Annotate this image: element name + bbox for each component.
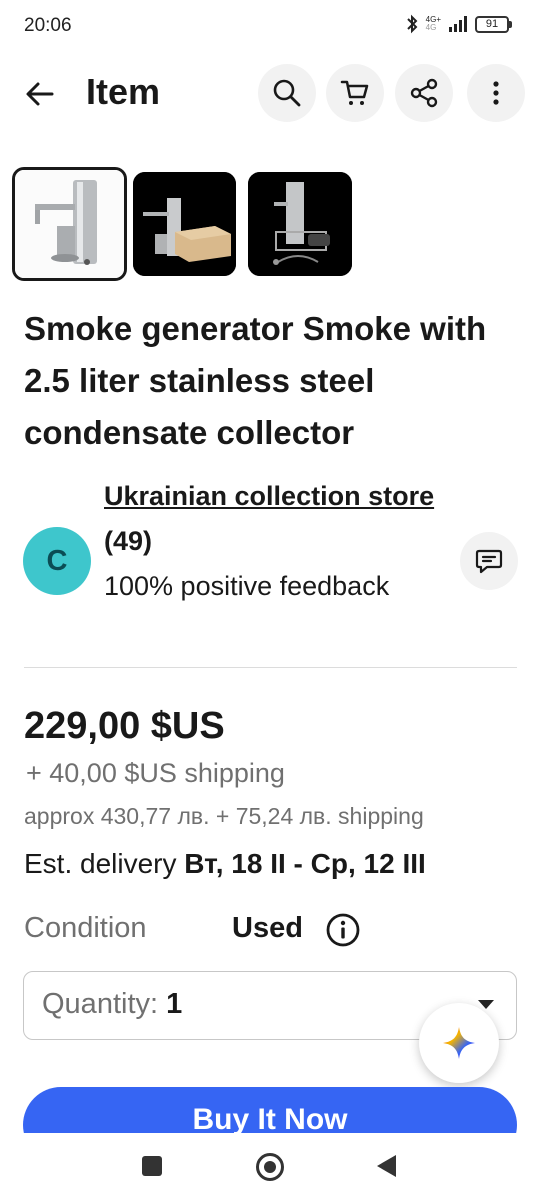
divider [24,667,517,668]
status-bar: 20:06 4G+ 4G 91 [0,0,540,52]
thumbnail-2[interactable] [133,172,236,276]
share-button[interactable] [395,64,453,122]
seller-avatar[interactable]: C [23,527,91,595]
status-icons: 4G+ 4G 91 [405,14,512,34]
more-vertical-icon [493,81,499,105]
delivery-dates: Вт, 18 II - Ср, 12 III [184,848,426,879]
nav-back-icon[interactable] [377,1155,396,1177]
condition-label: Condition [24,912,147,944]
network-indicator: 4G+ 4G [426,16,441,32]
more-button[interactable] [467,64,525,122]
product-image-2 [133,172,236,276]
cart-icon [340,80,369,105]
battery-icon: 91 [475,15,512,33]
info-icon[interactable] [325,912,361,948]
home-icon[interactable] [256,1153,284,1181]
item-title: Smoke generator Smoke with 2.5 liter sta… [24,310,487,451]
chevron-down-icon [478,1000,494,1009]
cart-button[interactable] [326,64,384,122]
system-nav-bar [0,1133,540,1200]
thumbnail-3[interactable] [248,172,352,276]
approx-price: approx 430,77 лв. + 75,24 лв. shipping [24,803,424,829]
product-image-1 [15,170,124,278]
condition-value: Used [232,912,303,944]
search-button[interactable] [258,64,316,122]
bluetooth-icon [406,14,418,34]
shipping-cost: + 40,00 $US shipping [26,758,285,788]
page-title: Item [86,71,161,112]
product-image-3 [248,172,352,276]
estimated-delivery: Est. delivery Вт, 18 II - Ср, 12 III [24,848,426,880]
item-price: 229,00 $US [24,705,225,747]
sparkle-icon [443,1027,475,1059]
battery-level: 91 [475,15,509,33]
seller-feedback-count: (49) [104,526,153,556]
message-seller-button[interactable] [460,532,518,590]
quantity-text: Quantity: 1 [42,988,182,1021]
back-arrow-icon [26,82,54,106]
ai-assistant-button[interactable] [419,1003,499,1083]
share-icon [410,78,438,108]
seller-name-link[interactable]: Ukrainian collection store [104,481,434,511]
status-time: 20:06 [24,15,72,36]
seller-feedback: 100% positive feedback [104,571,390,601]
app-header: Item [0,60,540,126]
seller-info: Ukrainian collection store (49) 100% pos… [104,474,444,609]
thumbnail-1[interactable] [12,167,127,281]
message-icon [475,549,503,574]
quantity-value: 1 [166,988,183,1020]
quantity-label: Quantity: [42,988,159,1020]
battery-tip [509,20,512,28]
search-icon [273,79,301,107]
signal-icon [449,16,467,32]
recent-apps-icon[interactable] [142,1156,162,1176]
network-sub: 4G [425,23,437,32]
delivery-label: Est. delivery [24,848,177,879]
back-button[interactable] [20,74,60,114]
